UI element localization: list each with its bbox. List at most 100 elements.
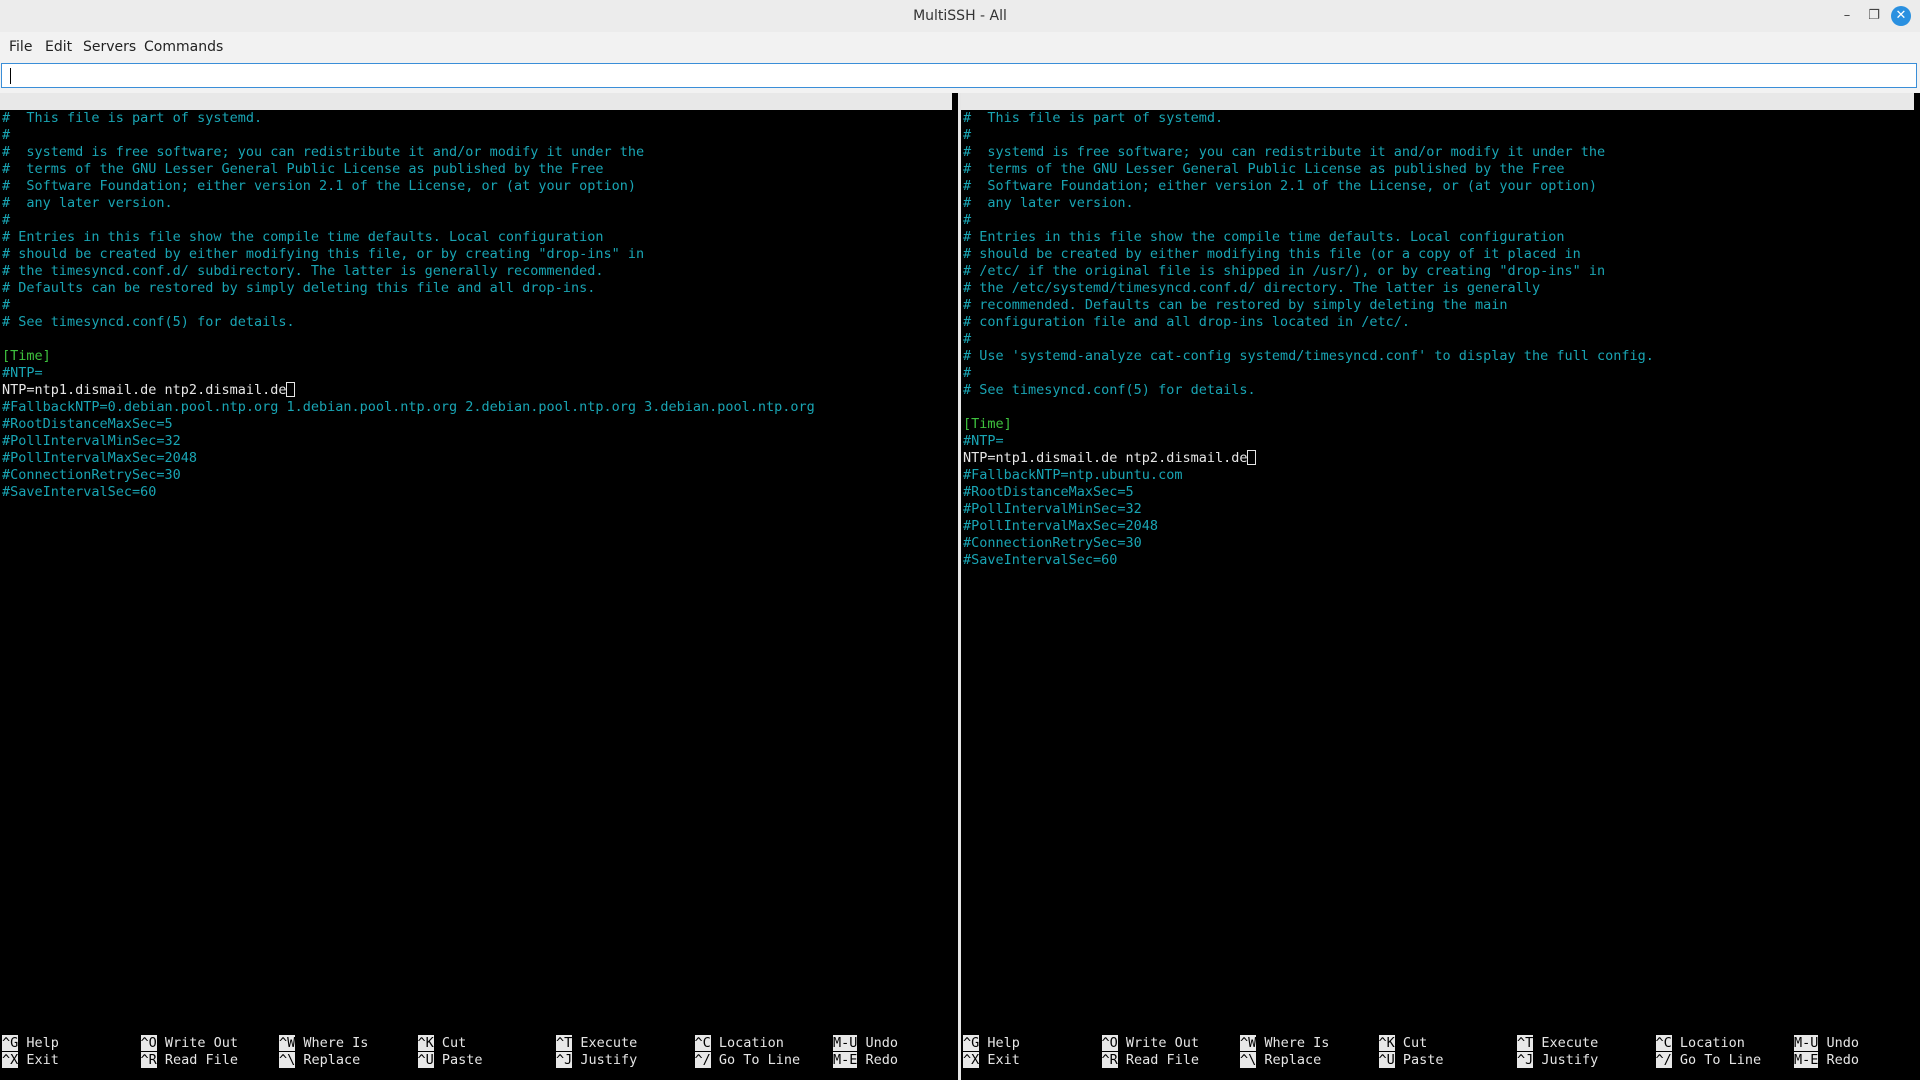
line-text: #FallbackNTP=ntp.ubuntu.com	[963, 467, 1183, 483]
line-text: #	[963, 365, 972, 381]
line-text: # Software Foundation; either version 2.…	[2, 178, 636, 194]
editor-buffer[interactable]: # This file is part of systemd. # # system…	[2, 110, 958, 501]
shortcut-execute[interactable]: ^T Execute	[1517, 1035, 1598, 1052]
line-text: #NTP=	[963, 433, 1004, 449]
shortcut-cut[interactable]: ^K Cut	[1378, 1035, 1427, 1052]
line-text: # any later version.	[963, 195, 1134, 211]
editor-line: # Entries in this file show the compile …	[2, 229, 958, 246]
shortcut-label: Help	[979, 1035, 1020, 1051]
shortcut-key: ^G	[2, 1035, 19, 1051]
shortcut-read-file[interactable]: ^R Read File	[140, 1052, 238, 1069]
terminal-pane-left[interactable]: GNU nano 7.2 /etc/systemd/timesyncd.conf…	[0, 93, 958, 1080]
menu-servers[interactable]: Servers	[79, 37, 140, 57]
shortcut-replace[interactable]: ^\ Replace	[1240, 1052, 1321, 1069]
shortcut-help[interactable]: ^G Help	[2, 1035, 59, 1052]
editor-line: NTP=ntp1.dismail.de ntp2.dismail.de	[963, 450, 1920, 467]
shortcut-write-out[interactable]: ^O Write Out	[1101, 1035, 1199, 1052]
shortcut-redo[interactable]: M-E Redo	[1794, 1052, 1859, 1069]
shortcut-key: ^T	[556, 1035, 573, 1051]
shortcut-exit[interactable]: ^X Exit	[963, 1052, 1020, 1069]
shortcut-exit[interactable]: ^X Exit	[2, 1052, 59, 1069]
menu-edit[interactable]: Edit	[41, 37, 76, 57]
editor-line: # See timesyncd.conf(5) for details.	[2, 314, 958, 331]
shortcut-label: Paste	[1394, 1052, 1444, 1068]
editor-line: # should be created by either modifying …	[2, 246, 958, 263]
shortcut-execute[interactable]: ^T Execute	[556, 1035, 637, 1052]
shortcut-key: ^O	[1101, 1035, 1118, 1051]
minimize-icon[interactable]: –	[1837, 6, 1857, 26]
shortcut-paste[interactable]: ^U Paste	[417, 1052, 483, 1069]
line-text: # Defaults can be restored by simply del…	[2, 280, 596, 296]
shortcut-go-to-line[interactable]: ^/ Go To Line	[694, 1052, 800, 1069]
line-text: #PollIntervalMinSec=32	[963, 501, 1142, 517]
shortcut-label: Where Is	[295, 1035, 369, 1051]
editor-line: #RootDistanceMaxSec=5	[963, 484, 1920, 501]
editor-line: #PollIntervalMaxSec=2048	[963, 518, 1920, 535]
editor-line: # any later version.	[963, 195, 1920, 212]
line-text: # terms of the GNU Lesser General Public…	[2, 161, 604, 177]
shortcut-justify[interactable]: ^J Justify	[1517, 1052, 1598, 1069]
shortcut-undo[interactable]: M-U Undo	[1794, 1035, 1859, 1052]
shortcut-where-is[interactable]: ^W Where Is	[1240, 1035, 1329, 1052]
editor-line: #SaveIntervalSec=60	[2, 484, 958, 501]
close-icon[interactable]: ✕	[1891, 6, 1911, 26]
editor-line: #NTP=	[963, 433, 1920, 450]
shortcut-key: ^K	[417, 1035, 434, 1051]
editor-line: #FallbackNTP=ntp.ubuntu.com	[963, 467, 1920, 484]
shortcut-read-file[interactable]: ^R Read File	[1101, 1052, 1199, 1069]
shortcut-cut[interactable]: ^K Cut	[417, 1035, 466, 1052]
shortcut-location[interactable]: ^C Location	[1655, 1035, 1745, 1052]
shortcut-justify[interactable]: ^J Justify	[556, 1052, 637, 1069]
shortcut-key: ^\	[1240, 1052, 1257, 1068]
line-text: #	[2, 212, 11, 228]
editor-line: # Software Foundation; either version 2.…	[2, 178, 958, 195]
line-text: #	[963, 127, 972, 143]
shortcut-replace[interactable]: ^\ Replace	[279, 1052, 360, 1069]
line-text: #ConnectionRetrySec=30	[963, 535, 1142, 551]
editor-line: #	[963, 331, 1920, 348]
terminal-pane-right[interactable]: GNU nano 7.2 /etc/systemd/timesyncd.conf…	[961, 93, 1920, 1080]
shortcut-label: Redo	[857, 1052, 899, 1068]
shortcut-write-out[interactable]: ^O Write Out	[140, 1035, 239, 1052]
editor-line: # See timesyncd.conf(5) for details.	[963, 382, 1920, 399]
editor-line: # the timesyncd.conf.d/ subdirectory. Th…	[2, 263, 958, 280]
shortcut-where-is[interactable]: ^W Where Is	[279, 1035, 368, 1052]
editor-line: #ConnectionRetrySec=30	[963, 535, 1920, 552]
line-text: #RootDistanceMaxSec=5	[2, 416, 173, 432]
shortcut-label: Execute	[1533, 1035, 1599, 1051]
shortcut-key: M-U	[1794, 1035, 1819, 1051]
line-text: #SaveIntervalSec=60	[2, 484, 157, 500]
maximize-icon[interactable]: ❐	[1864, 6, 1884, 26]
line-text: [Time]	[963, 416, 1012, 432]
shortcut-label: Write Out	[156, 1035, 239, 1051]
line-text: #	[963, 212, 972, 228]
menu-commands[interactable]: Commands	[140, 37, 227, 57]
editor-line: [Time]	[2, 348, 958, 365]
editor-line: # configuration file and all drop-ins lo…	[963, 314, 1920, 331]
shortcut-key: M-E	[833, 1052, 858, 1068]
shortcut-label: Exit	[18, 1052, 59, 1068]
shortcut-key: ^G	[963, 1035, 980, 1051]
editor-line: #RootDistanceMaxSec=5	[2, 416, 958, 433]
line-text: #	[2, 127, 11, 143]
shortcut-redo[interactable]: M-E Redo	[833, 1052, 898, 1069]
shortcut-go-to-line[interactable]: ^/ Go To Line	[1655, 1052, 1761, 1069]
shortcut-label: Replace	[295, 1052, 361, 1068]
shortcut-bar: ^G Help ^O Write Out ^W Where Is ^K Cut ^T E…	[0, 1035, 958, 1069]
command-input[interactable]	[1, 63, 1917, 88]
shortcut-label: Location	[1671, 1035, 1745, 1051]
menu-file[interactable]: File	[5, 37, 36, 57]
title-bar: MultiSSH - All – ❐ ✕	[0, 0, 1920, 32]
shortcut-paste[interactable]: ^U Paste	[1378, 1052, 1444, 1069]
editor-line: #PollIntervalMinSec=32	[2, 433, 958, 450]
shortcut-help[interactable]: ^G Help	[963, 1035, 1020, 1052]
line-text: #PollIntervalMaxSec=2048	[963, 518, 1159, 534]
line-text: #FallbackNTP=0.debian.pool.ntp.org 1.deb…	[2, 399, 815, 415]
editor-buffer[interactable]: # This file is part of systemd. # # system…	[963, 110, 1920, 569]
shortcut-location[interactable]: ^C Location	[694, 1035, 784, 1052]
line-text: # This file is part of systemd.	[2, 110, 263, 126]
editor-line: #ConnectionRetrySec=30	[2, 467, 958, 484]
editor-line: #NTP=	[2, 365, 958, 382]
line-text: # Entries in this file show the compile …	[2, 229, 604, 245]
shortcut-undo[interactable]: M-U Undo	[833, 1035, 898, 1052]
